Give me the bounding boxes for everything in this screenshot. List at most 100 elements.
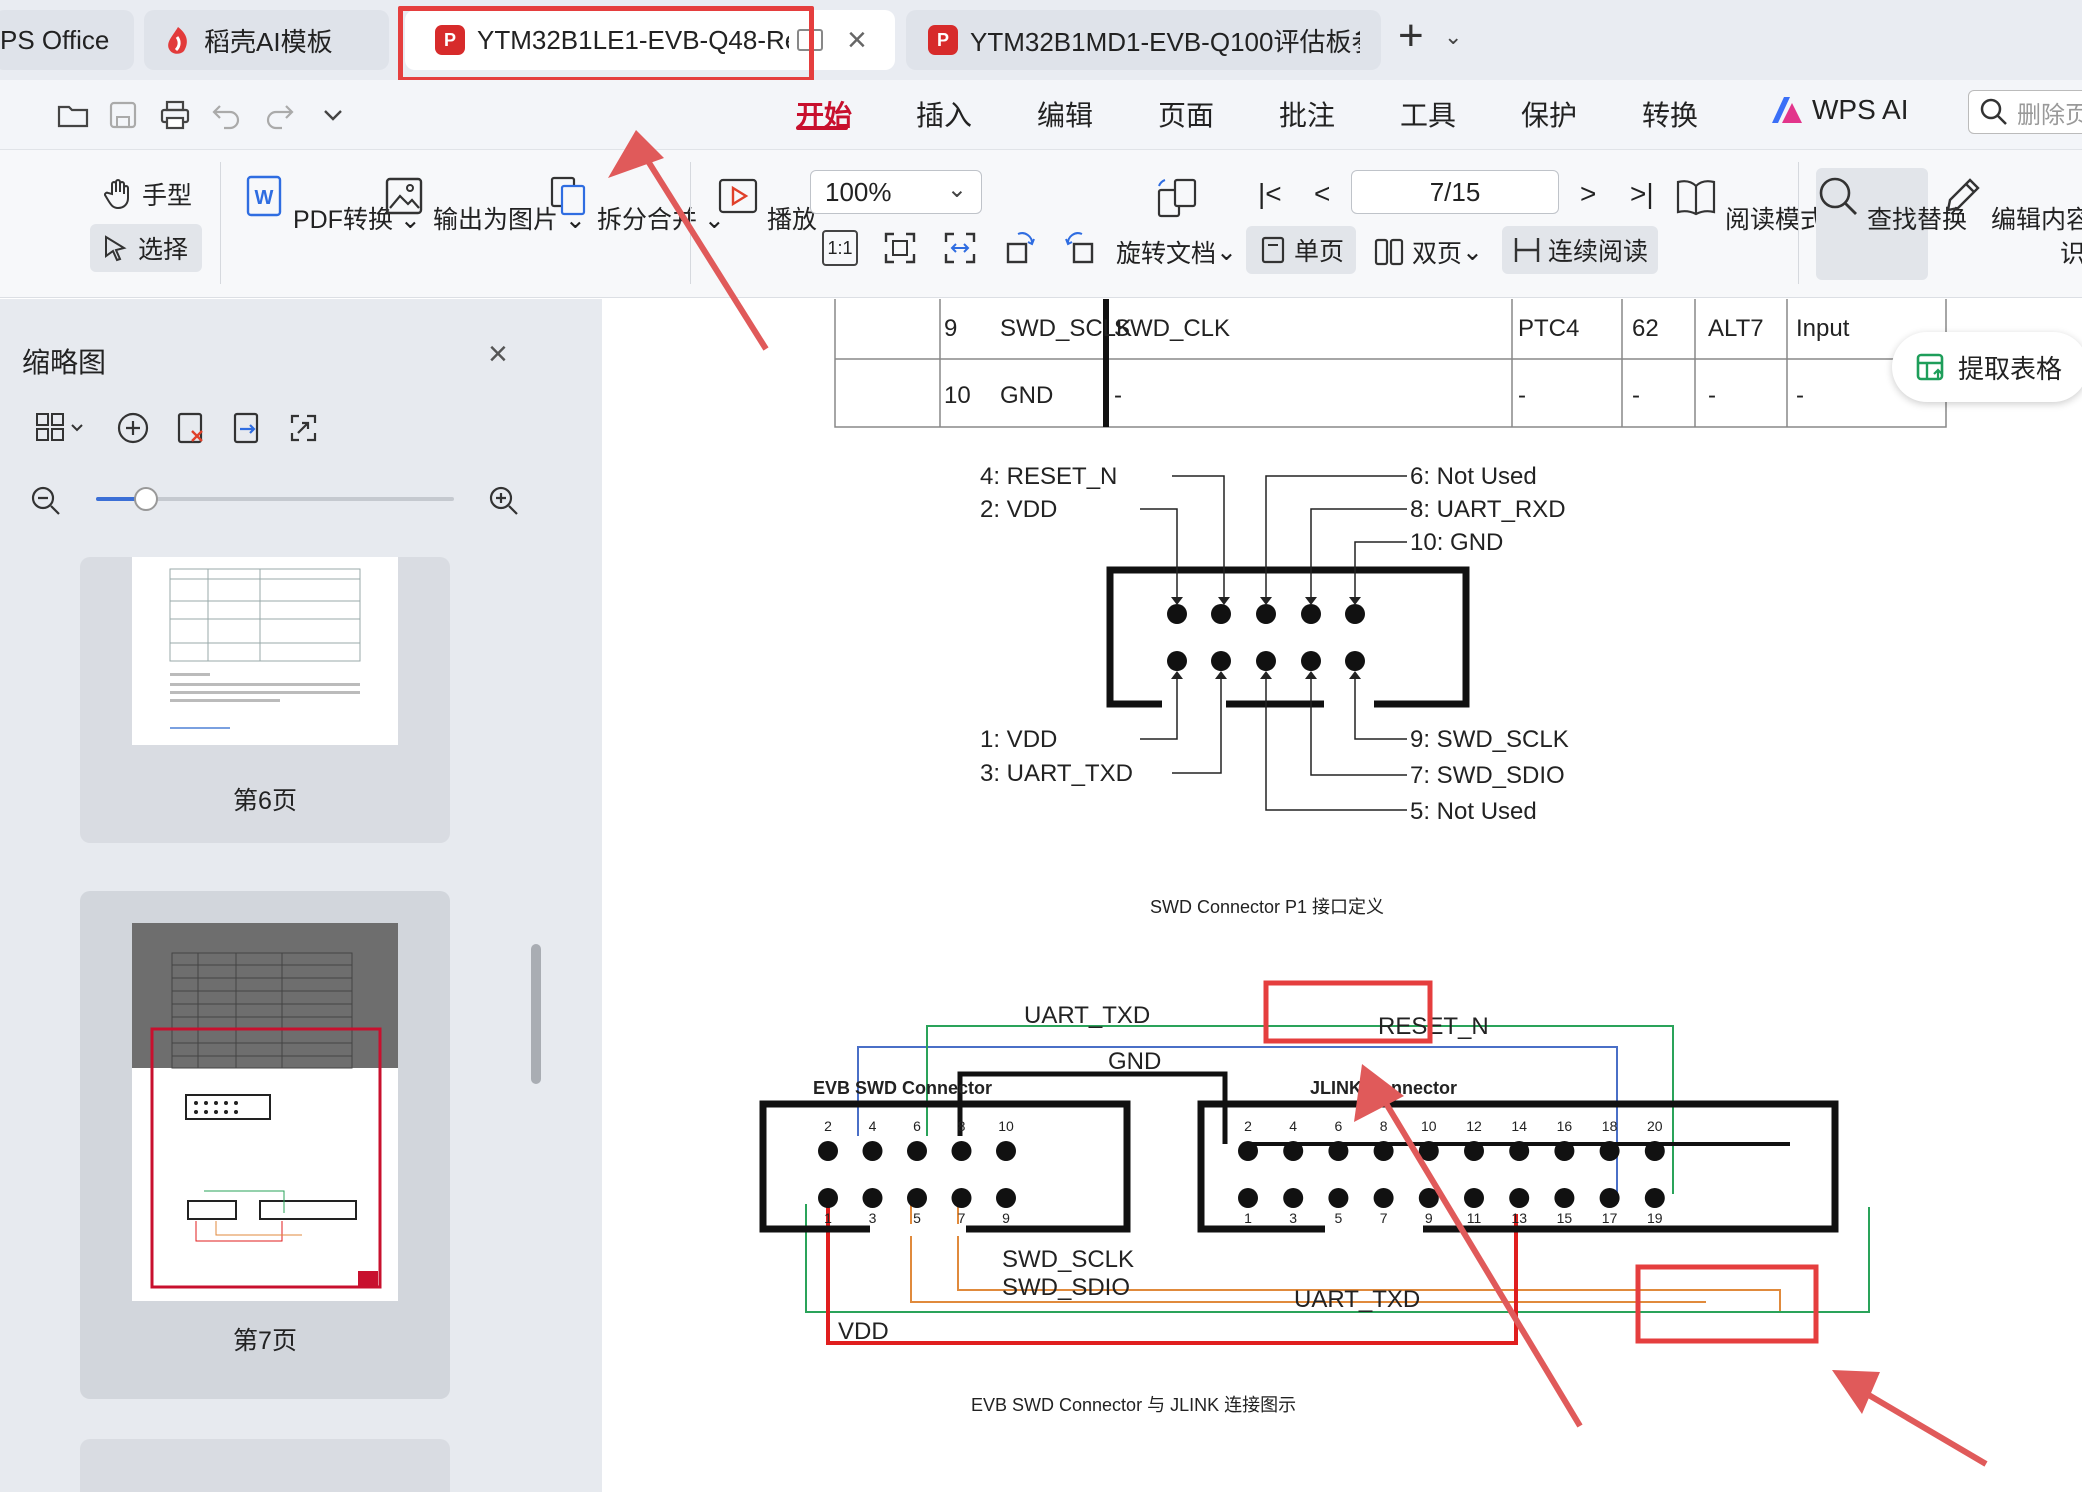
next-page-icon[interactable]: > — [1580, 178, 1596, 210]
zoom-select[interactable]: 100% ⌄ — [810, 170, 982, 214]
active-tab-underline — [796, 126, 848, 130]
ribbon-toolbar: 手型 选择 W PDF转换 ⌄ 输出为图片 ⌄ 拆分合并 ⌄ 播放 100% ⌄… — [0, 150, 2082, 298]
jlink-pin-dot — [1554, 1141, 1575, 1161]
pdf-logo-icon: P — [928, 25, 958, 55]
read-mode-button[interactable]: 阅读模式 — [1674, 174, 1825, 236]
replace-page-icon[interactable] — [286, 411, 320, 445]
p1-label: 8: UART_RXD — [1410, 496, 1566, 523]
actual-size-button[interactable]: 1:1 — [822, 230, 858, 266]
chevron-down-icon[interactable]: ⌄ — [1444, 24, 1462, 50]
close-icon[interactable]: × — [488, 335, 508, 374]
single-page-button[interactable]: 单页 — [1246, 226, 1356, 274]
last-page-icon[interactable]: >| — [1630, 178, 1654, 210]
single-page-label: 单页 — [1294, 238, 1345, 266]
connection-diagram: EVB SWD Connector JLINK Connector 2 4 6 8 10… — [759, 1002, 1870, 1415]
rotate-left-icon[interactable] — [1002, 230, 1038, 266]
first-page-icon[interactable]: |< — [1258, 178, 1282, 210]
tab-wps-office[interactable]: PS Office — [0, 10, 134, 70]
tab-ytm32b1md1-document[interactable]: P YTM32B1MD1-EVB-Q100评估板参 — [906, 10, 1381, 70]
menu-tab-wps-ai[interactable]: WPS AI — [1770, 94, 1908, 126]
wire-label-reset-n: RESET_N — [1378, 1013, 1489, 1040]
page-number-input[interactable]: 7/15 — [1351, 170, 1559, 214]
zoom-in-icon[interactable] — [488, 485, 520, 517]
thumbnail-scrollbar[interactable] — [531, 944, 541, 1084]
jlink-pin-dot — [1328, 1188, 1349, 1208]
undo-icon[interactable] — [210, 98, 244, 132]
select-tool-button[interactable]: 选择 — [90, 224, 202, 272]
edit-content-button[interactable]: 编辑内容 — [1940, 174, 2082, 236]
thumbnail-page-7[interactable]: 第7页 — [80, 891, 450, 1399]
chevron-down-icon[interactable] — [316, 98, 350, 132]
rotate-document-button[interactable]: 旋转文档 ⌄ — [1116, 234, 1237, 270]
menu-tab-protect[interactable]: 保护 — [1521, 94, 1577, 134]
evb-pin-labels: 2 4 6 8 10 1 3 5 7 9 — [824, 1118, 1014, 1226]
double-page-button[interactable]: 双页 ⌄ — [1374, 234, 1483, 270]
jlink-pin-number: 15 — [1557, 1210, 1573, 1226]
search-placeholder: 删除页 — [2017, 101, 2082, 129]
jlink-pin-number: 3 — [1289, 1210, 1297, 1226]
annotation-highlight-box — [398, 6, 814, 82]
ocr-label: 识 — [2060, 240, 2082, 268]
continuous-read-icon — [1514, 238, 1540, 262]
tab-label: YTM32B1MD1-EVB-Q100评估板参 — [970, 26, 1360, 57]
save-icon[interactable] — [106, 98, 140, 132]
play-button[interactable]: 播放 — [716, 174, 817, 236]
export-image-button[interactable]: 输出为图片 ⌄ — [382, 174, 586, 236]
evb-pin-dot — [862, 1141, 883, 1161]
search-input[interactable]: 删除页 — [1968, 90, 2082, 134]
extract-table-button[interactable]: 提取表格 — [1892, 332, 2082, 402]
delete-page-icon[interactable] — [174, 411, 208, 445]
thumbnail-panel: 缩略图 × 第6页 第7页 — [0, 299, 552, 1492]
menu-tab-comment[interactable]: 批注 — [1279, 94, 1335, 134]
split-merge-button[interactable]: 拆分合并 ⌄ — [546, 174, 725, 236]
pdf-convert-button[interactable]: W PDF转换 ⌄ — [242, 174, 421, 236]
ocr-button[interactable]: 识 — [2060, 234, 2082, 270]
table-cell: PTC4 — [1518, 315, 1579, 342]
menu-tab-edit[interactable]: 编辑 — [1037, 94, 1093, 134]
prev-page-icon[interactable]: < — [1314, 178, 1330, 210]
extract-page-icon[interactable] — [230, 411, 264, 445]
print-icon[interactable] — [158, 98, 192, 132]
p1-label: 6: Not Used — [1410, 463, 1537, 490]
thumbnail-page-8[interactable] — [80, 1439, 450, 1492]
tab-daoke-templates[interactable]: 稻壳AI模板 — [144, 10, 389, 70]
chevron-down-icon: ⌄ — [946, 176, 967, 203]
table-cell: SWD_CLK — [1114, 315, 1230, 342]
find-replace-button[interactable]: 查找替换 — [1816, 168, 1967, 280]
menu-tab-tools[interactable]: 工具 — [1400, 94, 1456, 134]
jlink-pin-dot — [1464, 1141, 1484, 1161]
rotate-right-icon[interactable] — [1062, 230, 1098, 266]
open-folder-icon[interactable] — [56, 98, 90, 132]
fit-width-icon[interactable] — [942, 230, 978, 266]
table-cell: - — [1114, 382, 1122, 409]
menu-row: 开始 插入 编辑 页面 批注 工具 保护 转换 WPS AI — [0, 80, 2082, 150]
thumbnail-page-6[interactable]: 第6页 — [80, 557, 450, 843]
close-icon[interactable]: × — [847, 23, 867, 57]
jlink-connector-title: JLINK Connector — [1310, 1078, 1457, 1098]
fit-page-icon[interactable] — [882, 230, 918, 266]
menu-tab-page[interactable]: 页面 — [1158, 94, 1214, 134]
word-convert-icon: W — [246, 175, 282, 217]
jlink-pin-dot — [1418, 1141, 1439, 1161]
jlink-pin-dot — [1464, 1188, 1484, 1208]
continuous-read-button[interactable]: 连续阅读 — [1502, 226, 1658, 274]
zoom-out-icon[interactable] — [30, 485, 62, 517]
edit-content-label: 编辑内容 — [1990, 206, 2082, 234]
grid-view-icon[interactable] — [34, 411, 90, 445]
table-cell: - — [1708, 382, 1716, 409]
jlink-pin-dot — [1238, 1188, 1258, 1208]
split-merge-label: 拆分合并 — [596, 206, 697, 234]
evb-pin-dot — [907, 1141, 927, 1161]
page-indicator: 7/15 — [1429, 176, 1481, 207]
menu-tab-insert[interactable]: 插入 — [916, 94, 972, 134]
add-page-icon[interactable] — [116, 411, 150, 445]
slider-handle[interactable] — [134, 487, 158, 511]
jlink-pin-dot — [1599, 1188, 1620, 1208]
jlink-pin-number: 9 — [1425, 1210, 1433, 1226]
read-mode-label: 阅读模式 — [1724, 206, 1825, 234]
hand-tool-button[interactable]: 手型 — [102, 176, 192, 212]
jlink-pin-dot — [1418, 1188, 1439, 1208]
new-tab-plus-icon[interactable]: + — [1398, 14, 1424, 58]
menu-tab-convert[interactable]: 转换 — [1642, 94, 1698, 134]
redo-icon[interactable] — [262, 98, 296, 132]
